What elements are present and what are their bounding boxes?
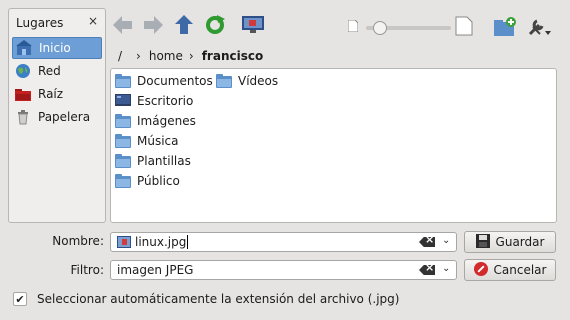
desktop-icon xyxy=(115,94,131,108)
home-icon xyxy=(16,40,32,56)
zoom-slider-handle[interactable] xyxy=(373,21,387,35)
file-name: Documentos xyxy=(137,74,213,88)
file-name: Música xyxy=(137,134,179,148)
file-name: Público xyxy=(137,174,180,188)
options-button[interactable] xyxy=(527,16,551,40)
zoom-out-icon[interactable] xyxy=(347,19,360,34)
folder-icon xyxy=(115,174,131,188)
forward-arrow-icon xyxy=(143,15,163,37)
folder-icon xyxy=(115,134,131,148)
name-combobox[interactable]: linux.jpg ⌄ xyxy=(110,232,457,252)
image-file-icon xyxy=(117,236,131,251)
list-item[interactable]: Plantillas xyxy=(115,151,191,171)
filter-label: Filtro: xyxy=(70,263,104,277)
folder-icon xyxy=(115,154,131,168)
preview-icon xyxy=(242,15,264,37)
sidebar-item-inicio[interactable]: Inicio xyxy=(12,37,102,59)
forward-button[interactable] xyxy=(141,14,165,38)
filter-input[interactable]: imagen JPEG xyxy=(117,263,193,277)
name-input[interactable]: linux.jpg xyxy=(135,235,189,249)
options-wrench-icon xyxy=(526,16,552,41)
sidebar-item-red[interactable]: Red xyxy=(12,60,102,82)
sidebar-item-label: Raíz xyxy=(38,87,64,101)
filter-combobox[interactable]: imagen JPEG ⌄ xyxy=(110,260,457,280)
sidebar-item-label: Red xyxy=(38,64,61,78)
sidebar-item-label: Inicio xyxy=(39,41,71,55)
places-panel-title: Lugares xyxy=(16,16,64,30)
folder-icon xyxy=(216,74,232,88)
network-globe-icon xyxy=(15,63,31,79)
save-button[interactable]: Guardar xyxy=(464,231,556,253)
preview-button[interactable] xyxy=(241,14,265,38)
sidebar-item-papelera[interactable]: Papelera xyxy=(12,106,102,128)
list-item[interactable]: Vídeos xyxy=(216,71,278,91)
file-name: Plantillas xyxy=(137,154,191,168)
zoom-in-icon[interactable] xyxy=(455,16,475,38)
file-name: Imágenes xyxy=(137,114,196,128)
breadcrumb-francisco[interactable]: francisco xyxy=(202,49,264,63)
breadcrumb-home[interactable]: home xyxy=(149,49,183,63)
new-folder-icon xyxy=(494,16,516,40)
up-arrow-icon xyxy=(175,14,193,38)
clear-text-icon[interactable] xyxy=(419,265,435,275)
cancel-button-label: Cancelar xyxy=(493,263,547,277)
chevron-down-icon[interactable]: ⌄ xyxy=(442,235,450,246)
list-item[interactable]: Imágenes xyxy=(115,111,196,131)
save-button-label: Guardar xyxy=(495,235,545,249)
auto-extension-label[interactable]: Seleccionar automáticamente la extensión… xyxy=(37,292,399,306)
list-item[interactable]: Escritorio xyxy=(115,91,193,111)
breadcrumb-root[interactable]: / xyxy=(118,49,122,63)
places-panel-header: Lugares × xyxy=(10,10,104,32)
places-panel: Lugares × Inicio Red Raíz Papelera xyxy=(8,8,106,223)
auto-extension-checkbox[interactable]: ✔ xyxy=(13,292,27,306)
cancel-icon xyxy=(473,261,488,279)
back-button[interactable] xyxy=(111,14,135,38)
trash-icon xyxy=(15,109,31,125)
zoom-slider[interactable] xyxy=(366,21,451,35)
reload-icon xyxy=(205,14,225,38)
folder-icon xyxy=(115,114,131,128)
new-folder-button[interactable] xyxy=(493,16,517,40)
sidebar-item-label: Papelera xyxy=(38,110,91,124)
cancel-button[interactable]: Cancelar xyxy=(464,259,556,281)
clear-text-icon[interactable] xyxy=(419,237,435,247)
folder-icon xyxy=(115,74,131,88)
checkmark-icon: ✔ xyxy=(15,292,25,306)
file-list[interactable]: Documentos Escritorio Imágenes Música Pl… xyxy=(110,68,557,223)
name-label: Nombre: xyxy=(52,234,104,248)
chevron-down-icon[interactable]: ⌄ xyxy=(442,263,450,274)
up-button[interactable] xyxy=(172,14,196,38)
close-panel-icon[interactable]: × xyxy=(88,14,98,28)
list-item[interactable]: Música xyxy=(115,131,179,151)
file-name: Escritorio xyxy=(137,94,194,108)
chevron-right-icon: › xyxy=(136,49,141,63)
back-arrow-icon xyxy=(113,15,133,37)
root-folder-icon xyxy=(15,86,31,102)
reload-button[interactable] xyxy=(203,14,227,38)
chevron-right-icon: › xyxy=(188,49,194,63)
sidebar-item-raiz[interactable]: Raíz xyxy=(12,83,102,105)
file-name: Vídeos xyxy=(238,74,279,88)
floppy-disk-icon xyxy=(475,233,490,251)
breadcrumb: / › home › francisco xyxy=(110,44,560,68)
list-item[interactable]: Público xyxy=(115,171,180,191)
list-item[interactable]: Documentos xyxy=(115,71,213,91)
